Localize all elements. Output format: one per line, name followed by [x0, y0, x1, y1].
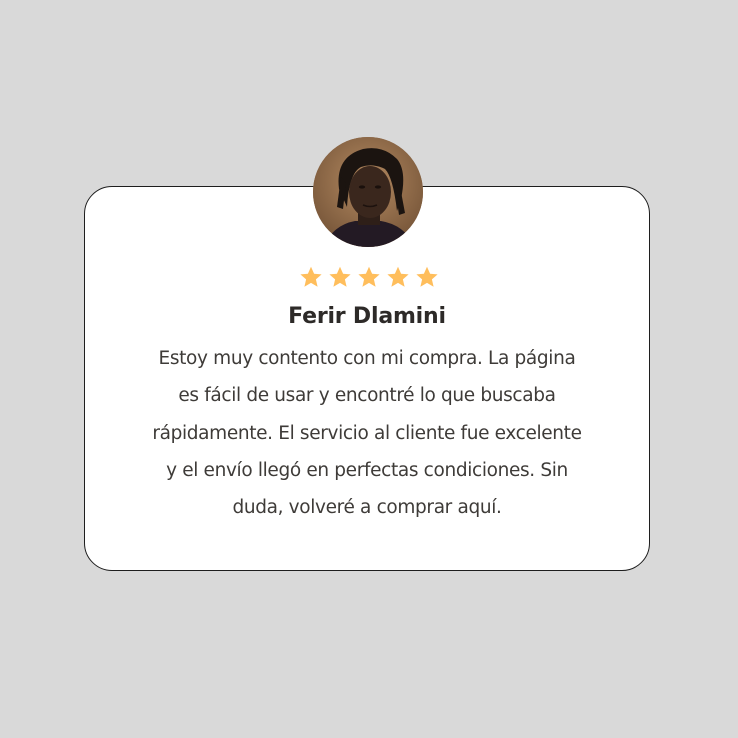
review-line: duda, volveré a comprar aquí.	[232, 497, 502, 519]
star-icon	[415, 266, 439, 289]
star-icon	[328, 266, 352, 289]
review-line: Estoy muy contento con mi compra. La pág…	[158, 348, 576, 369]
review-text: Estoy muy contento con mi compra. La pág…	[114, 340, 620, 526]
star-icon	[386, 266, 410, 289]
reviewer-avatar	[313, 137, 423, 247]
star-icon	[357, 266, 381, 289]
review-line: rápidamente. El servicio al cliente fue …	[152, 422, 582, 444]
rating-stars	[0, 266, 738, 289]
star-icon	[299, 266, 323, 289]
reviewer-name: Ferir Dlamini	[288, 304, 446, 329]
review-line: es fácil de usar y encontré lo que busca…	[178, 385, 556, 407]
review-line: y el envío llegó en perfectas condicione…	[166, 459, 568, 481]
